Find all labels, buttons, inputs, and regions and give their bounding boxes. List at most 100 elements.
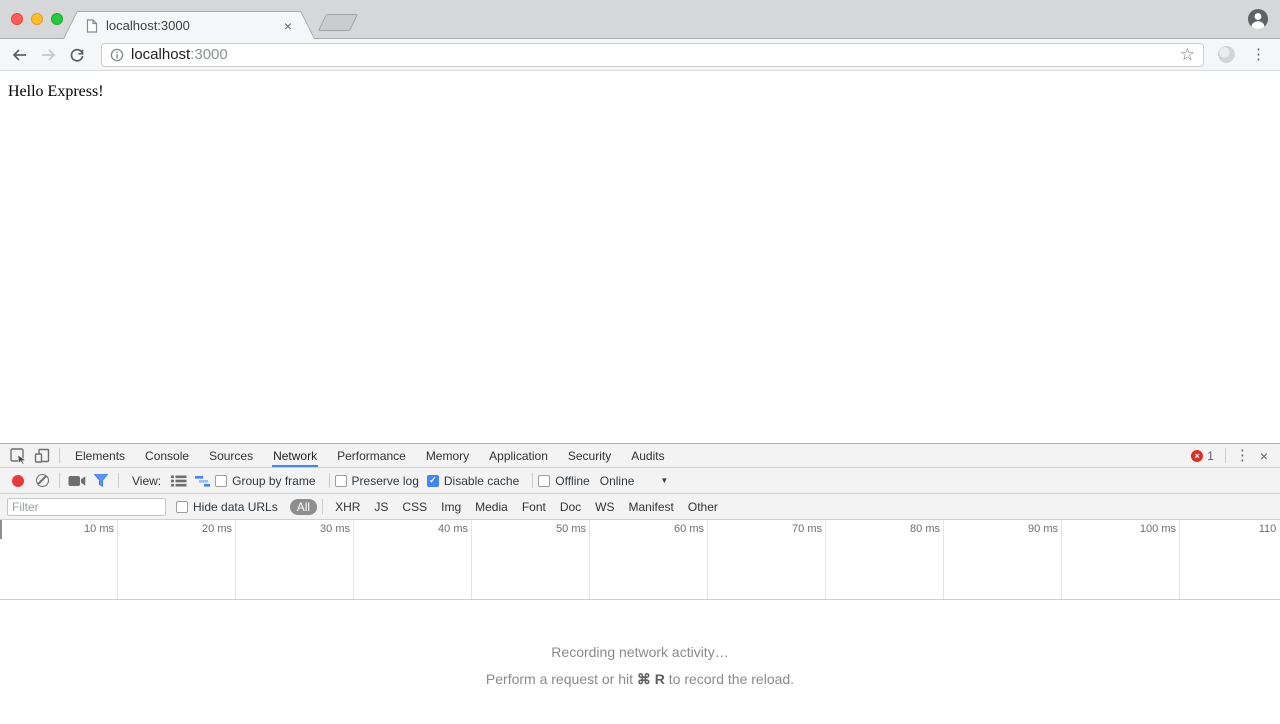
divider <box>1224 448 1226 463</box>
chevron-down-icon[interactable]: ▼ <box>660 476 668 485</box>
divider <box>118 473 119 488</box>
zoom-window-button[interactable] <box>51 13 63 25</box>
group-by-frame-label: Group by frame <box>232 473 316 488</box>
view-label: View: <box>132 473 162 488</box>
reload-icon[interactable] <box>68 46 86 64</box>
divider <box>322 499 324 514</box>
divider <box>59 473 60 488</box>
reload-hint-text: Perform a request or hit ⌘ R to record t… <box>485 671 795 687</box>
tab-memory[interactable]: Memory <box>416 444 479 467</box>
timeline-tick: 50 ms <box>472 520 590 599</box>
network-empty-state: Recording network activity… Perform a re… <box>0 600 1280 724</box>
keyboard-shortcut: ⌘ R <box>636 671 665 687</box>
type-filter-manifest[interactable]: Manifest <box>629 500 674 514</box>
tab-title: localhost:3000 <box>106 18 190 33</box>
url-field[interactable]: localhost:3000 ☆ <box>101 42 1204 67</box>
error-badge-icon[interactable]: × <box>1191 449 1204 462</box>
profile-avatar-icon[interactable] <box>1247 8 1269 30</box>
browser-menu-icon[interactable]: ⋮ <box>1247 47 1270 62</box>
network-overview-timeline[interactable]: 10 ms 20 ms 30 ms 40 ms 50 ms 60 ms 70 m… <box>0 520 1280 600</box>
type-filter-js[interactable]: JS <box>374 500 388 514</box>
new-tab-button[interactable] <box>317 14 359 31</box>
type-filter-other[interactable]: Other <box>688 500 718 514</box>
type-filter-all[interactable]: All <box>289 498 318 515</box>
preserve-log-checkbox[interactable] <box>334 474 347 487</box>
overview-waterfall-icon[interactable] <box>191 470 215 492</box>
divider <box>328 473 330 488</box>
devtools-tabbar: Elements Console Sources Network Perform… <box>0 444 1280 468</box>
devtools-tabs: Elements Console Sources Network Perform… <box>65 444 675 467</box>
timeline-tick: 60 ms <box>590 520 708 599</box>
forward-icon[interactable] <box>39 46 57 64</box>
titlebar: localhost:3000 × <box>0 0 1280 39</box>
timeline-tick: 20 ms <box>118 520 236 599</box>
tab-performance[interactable]: Performance <box>327 444 416 467</box>
browser-tab[interactable]: localhost:3000 × <box>63 11 315 39</box>
type-filter-xhr[interactable]: XHR <box>335 500 360 514</box>
timeline-tick: 80 ms <box>826 520 944 599</box>
disable-cache-checkbox[interactable]: ✓ <box>426 474 439 487</box>
network-toolbar: View: Group by frame Preserve log ✓ Disa… <box>0 468 1280 494</box>
type-filter-css[interactable]: CSS <box>402 500 427 514</box>
type-filter-doc[interactable]: Doc <box>560 500 581 514</box>
page-document-icon <box>86 19 98 33</box>
type-filter-font[interactable]: Font <box>522 500 546 514</box>
type-filter-ws[interactable]: WS <box>595 500 614 514</box>
clear-icon[interactable] <box>30 470 54 492</box>
traffic-lights <box>11 13 63 25</box>
tab-network[interactable]: Network <box>263 444 327 467</box>
request-rows-view-icon[interactable] <box>167 470 191 492</box>
timeline-tick: 30 ms <box>236 520 354 599</box>
devtools-menu-icon[interactable]: ⋮ <box>1231 448 1254 463</box>
tab-audits[interactable]: Audits <box>621 444 674 467</box>
divider <box>59 448 60 463</box>
back-icon[interactable] <box>10 46 28 64</box>
recording-status-text: Recording network activity… <box>551 644 729 660</box>
devtools-panel: Elements Console Sources Network Perform… <box>0 443 1280 724</box>
divider <box>532 473 534 488</box>
page-body-text: Hello Express! <box>8 83 104 100</box>
type-filter-img[interactable]: Img <box>441 500 461 514</box>
extension-icon[interactable] <box>1218 46 1235 63</box>
offline-checkbox[interactable] <box>538 474 551 487</box>
timeline-tick: 70 ms <box>708 520 826 599</box>
close-window-button[interactable] <box>11 13 23 25</box>
record-icon[interactable] <box>6 470 30 492</box>
tab-console[interactable]: Console <box>135 444 199 467</box>
device-toolbar-icon[interactable] <box>30 445 54 467</box>
disable-cache-label: Disable cache <box>443 473 520 488</box>
hide-data-urls-label: Hide data URLs <box>193 499 278 514</box>
timeline-tick: 10 ms <box>0 520 118 599</box>
filter-input[interactable] <box>7 497 166 516</box>
group-by-frame-checkbox[interactable] <box>215 474 228 487</box>
screenshot-camera-icon[interactable] <box>65 470 89 492</box>
filter-funnel-icon[interactable] <box>89 470 113 492</box>
tab-elements[interactable]: Elements <box>65 444 135 467</box>
devtools-close-icon[interactable]: × <box>1254 448 1274 464</box>
browser-window: localhost:3000 × localhost:3000 ☆ ⋮ Hell… <box>0 0 1280 724</box>
url-port: :3000 <box>190 46 228 63</box>
bookmark-star-icon[interactable]: ☆ <box>1180 46 1195 63</box>
minimize-window-button[interactable] <box>31 13 43 25</box>
tab-close-icon[interactable]: × <box>284 19 292 33</box>
tab-sources[interactable]: Sources <box>199 444 263 467</box>
network-filter-bar: Hide data URLs All XHR JS CSS Img Media … <box>0 494 1280 520</box>
timeline-tick: 40 ms <box>354 520 472 599</box>
devtools-tabbar-right: × 1 ⋮ × <box>1191 448 1274 464</box>
inspect-element-icon[interactable] <box>6 445 30 467</box>
timeline-tick: 100 ms <box>1062 520 1180 599</box>
url-text: localhost:3000 <box>131 46 1180 63</box>
address-bar-row: localhost:3000 ☆ ⋮ <box>0 39 1280 71</box>
hide-data-urls-checkbox[interactable] <box>176 500 188 513</box>
site-info-icon[interactable] <box>110 48 124 62</box>
overview-resize-handle[interactable] <box>0 520 2 539</box>
tab-security[interactable]: Security <box>558 444 621 467</box>
timeline-tick: 90 ms <box>944 520 1062 599</box>
offline-label: Offline <box>555 473 590 488</box>
error-count[interactable]: 1 <box>1207 449 1214 463</box>
timeline-tick: 110 ms <box>1180 520 1280 599</box>
tab-application[interactable]: Application <box>479 444 558 467</box>
throttling-select[interactable]: Online <box>600 474 635 488</box>
type-filter-media[interactable]: Media <box>475 500 508 514</box>
url-host: localhost <box>131 46 191 63</box>
